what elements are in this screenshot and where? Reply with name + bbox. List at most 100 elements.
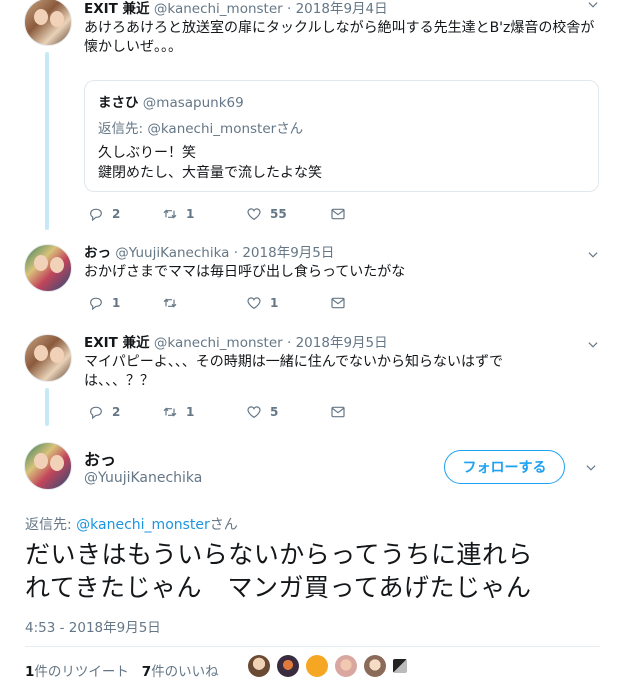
tweet: EXIT 兼近 @kanechi_monster · 2018年9月4日 あけろ… (84, 0, 600, 57)
separator-dot: · (233, 245, 239, 261)
thread-line (45, 388, 49, 426)
chevron-down-icon[interactable] (586, 337, 600, 351)
reply-mention[interactable]: @kanechi_monster (76, 517, 210, 533)
display-name[interactable]: EXIT 兼近 (84, 1, 150, 17)
tweet-header: EXIT 兼近 @kanechi_monster · 2018年9月5日 (84, 331, 600, 351)
tweet-text: おかげさまでママは毎日呼び出し食らっていたがな (84, 264, 406, 280)
message-button[interactable] (330, 404, 414, 420)
quote-text: 久しぶりー！笑 鍵閉めたし、大音量で流したよな笑 (98, 143, 585, 183)
retweet-count: 1 (186, 207, 195, 221)
retweet-icon (163, 407, 177, 417)
tweet-text: マイパピーよ、、、その時期は一緒に住んでないから知らないはずでは、、、？？ (84, 354, 504, 389)
retweet-icon (163, 209, 177, 219)
main-tweet-line: だいきはもういらないからってうちに連れら (25, 540, 534, 569)
retweet-button[interactable] (162, 295, 246, 311)
tweet-actions: 2 1 55 (88, 205, 414, 223)
retweet-total: 1 (25, 664, 35, 680)
chevron-down-icon[interactable] (586, 0, 600, 11)
reply-icon (90, 406, 102, 420)
retweet-button[interactable]: 1 (162, 206, 246, 222)
avatar[interactable] (24, 334, 72, 382)
display-name[interactable]: EXIT 兼近 (84, 335, 150, 351)
tweet-date[interactable]: 2018年9月5日 (242, 245, 334, 261)
user-handle[interactable]: @kanechi_monster (154, 335, 283, 351)
retweet-button[interactable]: 1 (162, 404, 246, 420)
reply-prefix: 返信先: (25, 517, 77, 533)
tweet-header: EXIT 兼近 @kanechi_monster · 2018年9月4日 (84, 0, 600, 17)
reply-count: 1 (112, 296, 121, 310)
reply-count: 2 (112, 405, 121, 419)
tweet-actions: 1 1 (88, 294, 414, 312)
reply-button[interactable]: 2 (88, 206, 162, 222)
liker-avatar[interactable] (248, 655, 270, 677)
chevron-down-icon[interactable] (586, 247, 600, 261)
reply-button[interactable]: 1 (88, 295, 162, 311)
heart-icon (247, 208, 261, 221)
heart-icon (247, 406, 261, 419)
user-handle[interactable]: @YuujiKanechika (115, 245, 229, 261)
main-timestamp[interactable]: 4:53 - 2018年9月5日 (25, 616, 161, 636)
like-total: 7 (141, 664, 152, 680)
tweet-date[interactable]: 2018年9月5日 (296, 335, 388, 351)
reply-button[interactable]: 2 (88, 404, 162, 420)
like-count: 1 (270, 296, 279, 310)
retweet-stat[interactable]: 1件のリツイート (25, 664, 129, 680)
tweet: EXIT 兼近 @kanechi_monster · 2018年9月5日 マイパ… (84, 331, 600, 391)
liker-avatar[interactable] (364, 655, 386, 677)
tweet: おっ @YuujiKanechika · 2018年9月5日 おかげさまでママは… (84, 241, 600, 282)
reply-suffix: さん (276, 121, 304, 137)
reply-icon (90, 208, 102, 222)
reply-prefix: 返信先: (98, 121, 148, 137)
divider (25, 646, 600, 647)
message-icon (331, 297, 345, 309)
liker-avatar[interactable] (335, 655, 357, 677)
main-reply-to: 返信先: @kanechi_monsterさん (25, 514, 238, 534)
reply-icon (90, 297, 102, 311)
separator-dot: · (287, 1, 292, 17)
liker-avatar[interactable] (306, 655, 328, 677)
engagement-stats: 1件のリツイート 7件のいいね (25, 660, 219, 680)
main-tweet-text: だいきはもういらないからってうちに連れら れてきたじゃん マンガ買ってあげたじゃ… (25, 538, 600, 604)
like-button[interactable]: 5 (246, 404, 330, 420)
tweet-text: あけろあけろと放送室の扉にタックルしながら絶叫する先生達とB'z爆音の校舎が懐か… (84, 20, 595, 55)
like-stat-label: 件のいいね (151, 664, 219, 680)
chevron-down-icon[interactable] (584, 460, 598, 474)
display-name[interactable]: おっ (84, 245, 111, 261)
avatar[interactable] (24, 244, 72, 292)
retweet-count: 1 (186, 405, 195, 419)
quote-header: まさひ @masapunk69 (98, 91, 585, 111)
like-button[interactable]: 1 (246, 295, 330, 311)
like-stat[interactable]: 7件のいいね (142, 664, 219, 680)
avatar[interactable] (24, 442, 72, 490)
heart-icon (247, 297, 261, 310)
liker-avatar[interactable] (277, 655, 299, 677)
main-display-name[interactable]: おっ (84, 446, 116, 470)
reply-mention: @kanechi_monster (147, 121, 277, 137)
liker-avatar[interactable] (393, 659, 407, 673)
like-button[interactable]: 55 (246, 206, 330, 222)
message-button[interactable] (330, 295, 414, 311)
thread-line (45, 52, 49, 230)
like-count: 55 (270, 207, 287, 221)
avatar[interactable] (24, 0, 72, 46)
main-user-handle[interactable]: @YuujiKanechika (84, 470, 202, 486)
like-count: 5 (270, 405, 279, 419)
main-tweet-line: れてきたじゃん マンガ買ってあげたじゃん (25, 573, 532, 602)
message-icon (331, 208, 345, 220)
follow-button[interactable]: フォローする (444, 450, 565, 484)
message-icon (331, 406, 345, 418)
retweet-stat-label: 件のリツイート (34, 664, 129, 680)
retweet-icon (163, 298, 177, 308)
separator-dot: · (287, 335, 292, 351)
quote-reply-to: 返信先: @kanechi_monsterさん (98, 117, 585, 137)
message-button[interactable] (330, 206, 414, 222)
reply-count: 2 (112, 207, 121, 221)
liker-avatars (248, 655, 414, 677)
tweet-header: おっ @YuujiKanechika · 2018年9月5日 (84, 241, 600, 261)
quote-line: 鍵閉めたし、大音量で流したよな笑 (98, 165, 322, 181)
tweet-date[interactable]: 2018年9月4日 (296, 1, 388, 17)
reply-suffix: さん (209, 517, 238, 533)
user-handle[interactable]: @kanechi_monster (154, 1, 283, 17)
quoted-tweet[interactable]: まさひ @masapunk69 返信先: @kanechi_monsterさん … (84, 80, 599, 192)
quote-line: 久しぶりー！笑 (98, 145, 196, 161)
